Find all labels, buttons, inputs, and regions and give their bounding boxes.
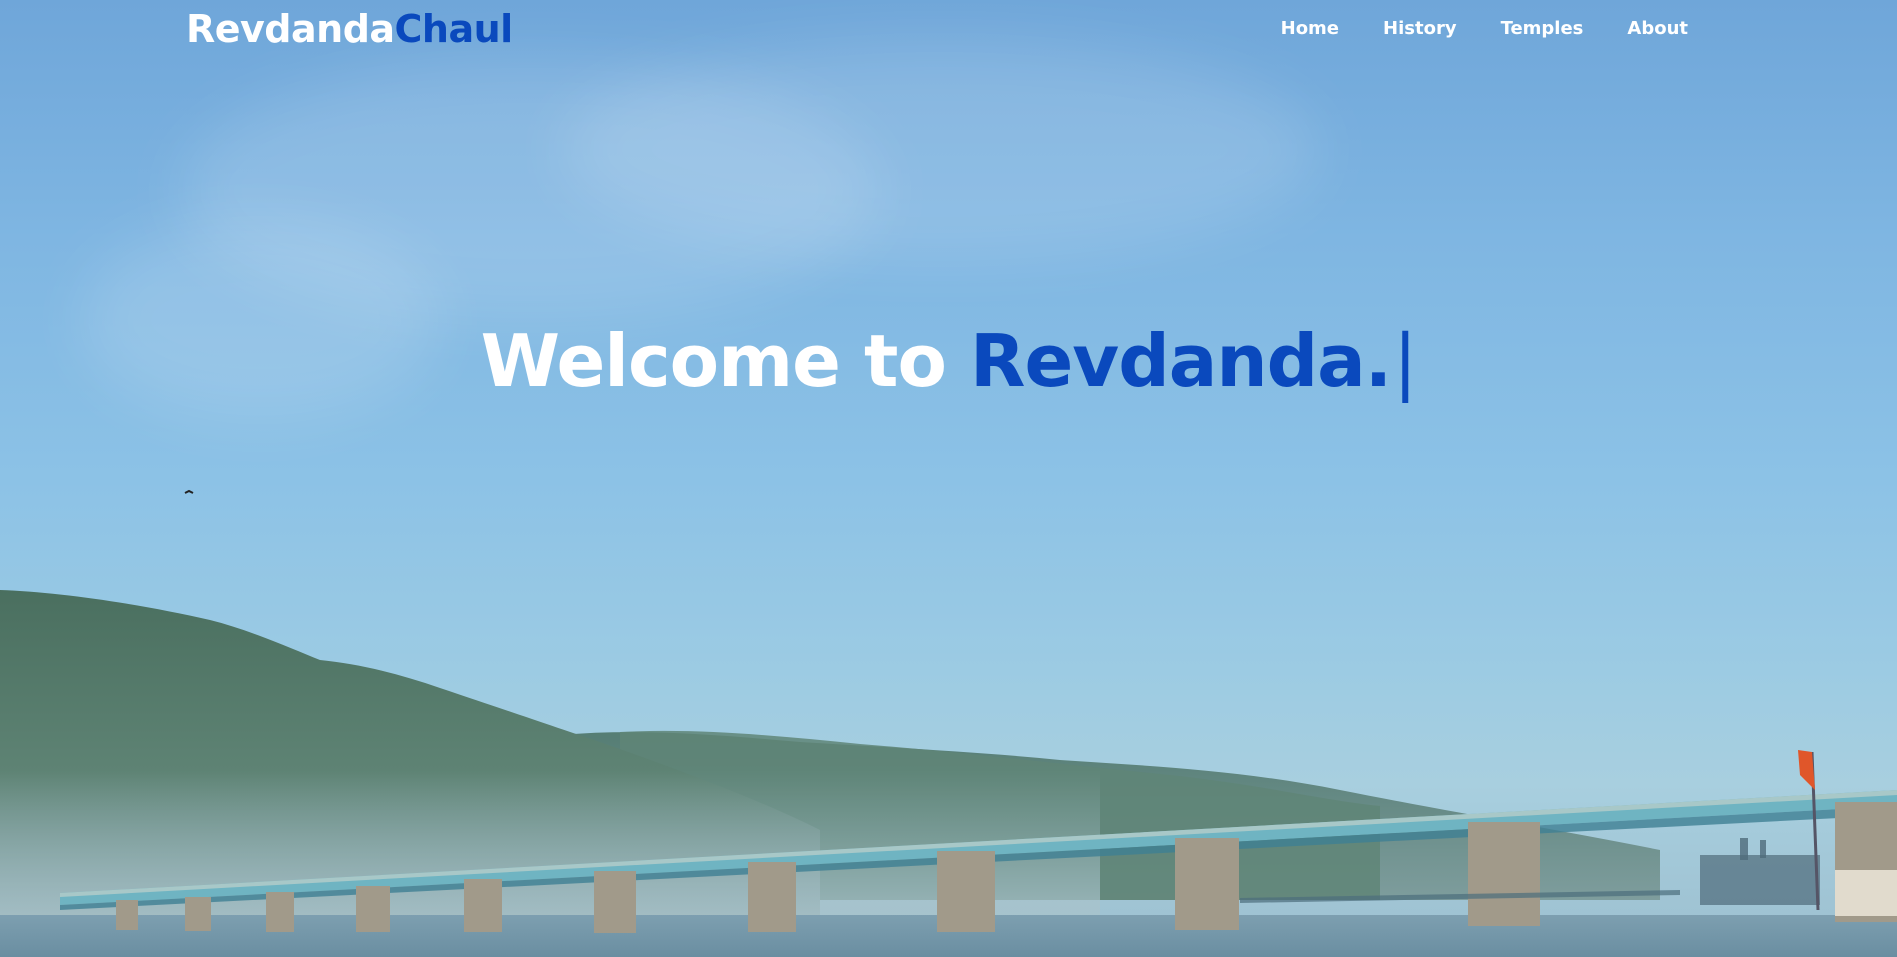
nav-link-about[interactable]: About bbox=[1627, 16, 1688, 42]
hero-headline: Welcome to Revdanda.| bbox=[0, 318, 1897, 404]
nav-link-temples[interactable]: Temples bbox=[1501, 16, 1584, 42]
headline-welcome-text: Welcome to bbox=[480, 319, 947, 403]
brand-part-revdanda: Revdanda bbox=[186, 7, 395, 51]
brand-part-chaul: Chaul bbox=[394, 7, 514, 51]
nav-link-history[interactable]: History bbox=[1383, 16, 1457, 42]
hero-background-image bbox=[0, 489, 1897, 957]
navbar: RevdandaChaul Home History Temples About bbox=[0, 0, 1897, 58]
headline-town-name: Revdanda. bbox=[970, 319, 1392, 403]
nav-link-home[interactable]: Home bbox=[1281, 16, 1339, 42]
typing-cursor: | bbox=[1393, 319, 1417, 403]
hero-section: RevdandaChaul Home History Temples About… bbox=[0, 0, 1897, 957]
main-nav: Home History Temples About bbox=[1237, 16, 1688, 42]
brand-logo-link[interactable]: RevdandaChaul bbox=[186, 6, 513, 52]
